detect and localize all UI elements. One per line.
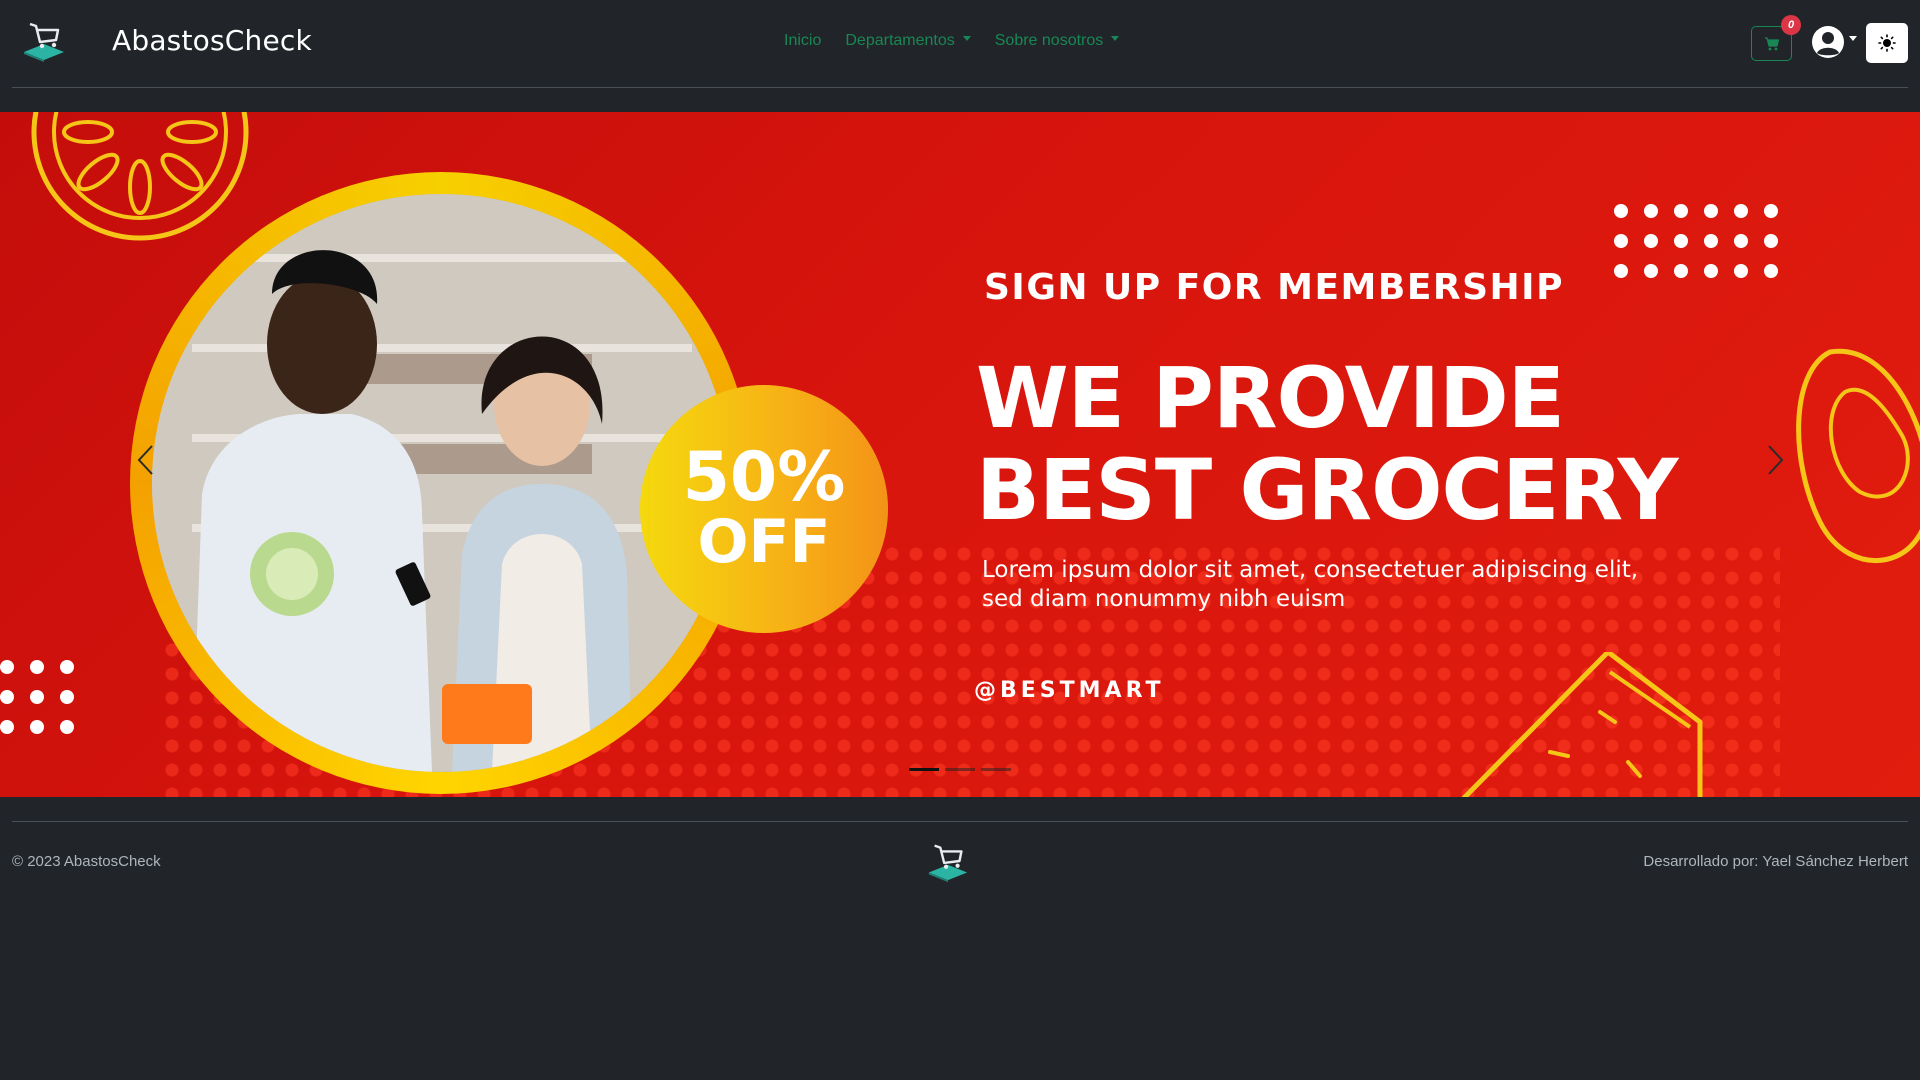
caret-down-icon bbox=[962, 36, 971, 42]
nav-link-label: Departamentos bbox=[845, 32, 955, 49]
carousel-next-button[interactable] bbox=[1756, 430, 1796, 490]
discount-badge: 50% OFF bbox=[640, 385, 888, 633]
header-divider bbox=[12, 87, 1908, 88]
nav-dropdown-sobre-nosotros[interactable]: Sobre nosotros bbox=[995, 32, 1120, 50]
discount-percent: 50% bbox=[682, 438, 846, 517]
chevron-right-icon bbox=[1768, 445, 1784, 475]
nav-dropdown-departamentos[interactable]: Departamentos bbox=[845, 32, 971, 50]
caret-down-icon bbox=[1849, 35, 1857, 41]
cart-logo-icon bbox=[928, 844, 968, 883]
banner-subtitle: SIGN UP FOR MEMBERSHIP bbox=[984, 267, 1564, 308]
carousel-indicator-1[interactable] bbox=[909, 768, 939, 771]
sun-icon bbox=[1878, 34, 1896, 52]
discount-off-label: OFF bbox=[697, 507, 831, 577]
user-menu-button[interactable] bbox=[1811, 25, 1857, 59]
brand-name: AbastosCheck bbox=[112, 23, 312, 57]
lemon-outline-icon bbox=[31, 112, 249, 241]
banner-title-line2: BEST GROCERY bbox=[976, 441, 1678, 539]
main-nav: Inicio Departamentos Sobre nosotros bbox=[784, 32, 1143, 50]
footer-divider bbox=[12, 821, 1908, 822]
nav-link-label: Sobre nosotros bbox=[994, 32, 1104, 49]
carousel-indicator-3[interactable] bbox=[981, 768, 1011, 771]
avocado-outline-icon bbox=[1796, 348, 1920, 564]
user-circle-icon bbox=[1812, 26, 1844, 58]
cart-icon bbox=[1764, 36, 1779, 50]
banner-description: Lorem ipsum dolor sit amet, consectetuer… bbox=[982, 557, 1639, 612]
nav-link-inicio[interactable]: Inicio bbox=[784, 32, 821, 50]
footer-copyright: © 2023 AbastosCheck bbox=[12, 853, 161, 870]
carousel-prev-button[interactable] bbox=[125, 430, 165, 490]
cart-count-badge: 0 bbox=[1781, 15, 1801, 35]
caret-down-icon bbox=[1111, 36, 1120, 42]
navbar: AbastosCheck Inicio Departamentos Sobre … bbox=[0, 0, 1920, 88]
footer-developer-credit: Desarrollado por: Yael Sánchez Herbert bbox=[1643, 853, 1908, 870]
brand[interactable]: AbastosCheck bbox=[20, 16, 312, 64]
banner-handle: @BESTMART bbox=[974, 678, 1165, 703]
nav-link-label: Inicio bbox=[784, 32, 822, 49]
chevron-left-icon bbox=[137, 445, 153, 475]
cart-logo-icon bbox=[24, 22, 64, 62]
theme-toggle-button[interactable] bbox=[1866, 23, 1908, 63]
promo-carousel: 50% OFF SIGN UP FOR MEMBERSHIP WE PROVID… bbox=[0, 112, 1920, 797]
banner-title: WE PROVIDE BEST GROCERY bbox=[976, 349, 1678, 539]
decor-dot-grid bbox=[0, 660, 74, 734]
banner-title-line1: WE PROVIDE bbox=[976, 349, 1565, 447]
cheese-outline-icon bbox=[1461, 652, 1703, 797]
carousel-indicator-2[interactable] bbox=[945, 768, 975, 771]
decor-dot-grid bbox=[1614, 204, 1778, 278]
carousel-indicators bbox=[909, 768, 1017, 771]
